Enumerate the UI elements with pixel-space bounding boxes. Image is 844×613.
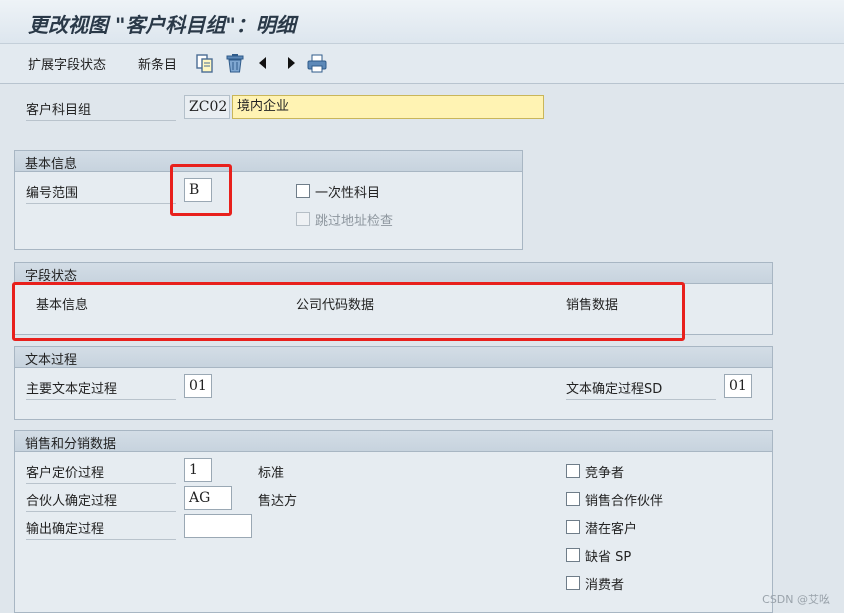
account-group-code-field: ZC02 (184, 95, 230, 119)
number-range-label: 编号范围 (26, 182, 176, 204)
prospect-checkbox[interactable] (566, 520, 580, 534)
basic-info-heading: 基本信息 (15, 151, 522, 172)
customer-pricing-procedure-field[interactable]: 1 (184, 458, 212, 482)
output-determination-label: 输出确定过程 (26, 518, 176, 540)
skip-address-check-checkbox[interactable] (296, 212, 310, 226)
account-group-label: 客户科目组 (26, 99, 176, 121)
consumer-label: 消费者 (585, 578, 625, 593)
prospect-label: 潜在客户 (585, 522, 638, 537)
consumer-checkbox[interactable] (566, 576, 580, 590)
expand-field-status-button[interactable]: 扩展字段状态 (28, 54, 106, 73)
partner-determination-description: 售达方 (258, 494, 298, 509)
output-determination-field[interactable] (184, 514, 252, 538)
print-icon[interactable] (306, 52, 328, 74)
watermark: CSDN @艾吆 (762, 593, 830, 606)
content-area: 客户科目组 ZC02 境内企业 基本信息 编号范围 B 一次性科目 跳过地址检查… (0, 85, 844, 613)
number-range-highlight-box (170, 164, 232, 216)
field-status-heading: 字段状态 (15, 263, 772, 284)
default-sold-to-party-checkbox[interactable] (566, 548, 580, 562)
default-sold-to-party-label: 缺省 SP (585, 550, 632, 565)
customer-pricing-procedure-description: 标准 (258, 466, 285, 481)
account-group-description-field[interactable]: 境内企业 (232, 95, 544, 119)
text-procedure-sd-field[interactable]: 01 (724, 374, 752, 398)
main-text-procedure-label: 主要文本定过程 (26, 378, 176, 400)
next-icon[interactable] (280, 52, 302, 74)
text-procedure-sd-label: 文本确定过程SD (566, 378, 716, 400)
page-title: 更改视图 "客户科目组"：明细 (28, 13, 296, 37)
copy-icon[interactable] (194, 52, 216, 74)
competitor-label: 竞争者 (585, 466, 625, 481)
skip-address-check-label: 跳过地址检查 (315, 214, 394, 229)
partner-determination-label: 合伙人确定过程 (26, 490, 176, 512)
partner-determination-field[interactable]: AG (184, 486, 232, 510)
text-procedure-heading: 文本过程 (15, 347, 772, 368)
sales-partner-label: 销售合作伙伴 (585, 494, 664, 509)
one-time-account-checkbox[interactable] (296, 184, 310, 198)
delete-icon[interactable] (224, 52, 246, 74)
application-toolbar: 扩展字段状态 新条目 (0, 44, 844, 84)
competitor-checkbox[interactable] (566, 464, 580, 478)
sales-partner-checkbox[interactable] (566, 492, 580, 506)
field-status-highlight-box (12, 282, 685, 341)
sales-distribution-heading: 销售和分销数据 (15, 431, 772, 452)
previous-icon[interactable] (252, 52, 274, 74)
main-text-procedure-field[interactable]: 01 (184, 374, 212, 398)
customer-pricing-procedure-label: 客户定价过程 (26, 462, 176, 484)
new-entries-button[interactable]: 新条目 (138, 54, 177, 73)
one-time-account-label: 一次性科目 (315, 186, 381, 201)
title-bar: 更改视图 "客户科目组"：明细 (0, 0, 844, 44)
